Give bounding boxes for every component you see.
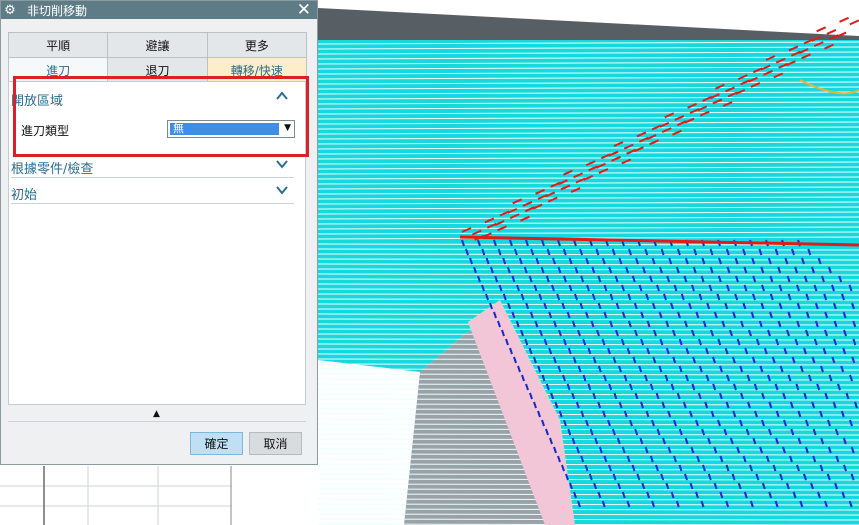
group-open-area[interactable]: 開放區域 — [11, 89, 294, 109]
group-initial[interactable]: 初始 — [11, 183, 294, 204]
ok-button[interactable]: 確定 — [190, 432, 243, 455]
dialog-title: 非切削移動 — [27, 3, 88, 18]
engage-type-value: 無 — [170, 123, 279, 135]
dialog-titlebar[interactable]: ⚙ 非切削移動 ✕ — [1, 0, 317, 20]
tab-more[interactable]: 更多 — [206, 32, 307, 58]
spreadsheet-area — [0, 466, 232, 525]
footer-divider — [8, 421, 306, 422]
close-icon[interactable]: ✕ — [297, 0, 311, 20]
group-by-part-check[interactable]: 根據零件/檢查 — [11, 157, 294, 178]
tab-transfer-rapid[interactable]: 轉移/快速 — [206, 57, 307, 83]
dropdown-arrow-icon[interactable]: ▼ — [284, 123, 291, 133]
cancel-button[interactable]: 取消 — [249, 432, 302, 455]
gear-icon: ⚙ — [4, 2, 16, 18]
collapse-icon[interactable]: ▲ — [153, 409, 160, 419]
chevron-down-icon[interactable] — [276, 184, 288, 199]
chevron-down-icon[interactable] — [276, 158, 288, 173]
engage-type-select[interactable]: 無 ▼ — [167, 120, 295, 138]
group-open-area-label: 開放區域 — [11, 93, 64, 109]
tab-smooth[interactable]: 平順 — [8, 32, 109, 58]
engage-type-row: 進刀類型 無 ▼ — [21, 119, 296, 141]
tab-strip: 平順 避讓 更多 進刀 退刀 轉移/快速 — [8, 32, 307, 83]
group-by-part-check-label: 根據零件/檢查 — [11, 161, 94, 177]
group-initial-label: 初始 — [11, 187, 38, 203]
tab-engage[interactable]: 進刀 — [8, 57, 109, 83]
non-cutting-moves-dialog: ⚙ 非切削移動 ✕ 平順 避讓 更多 進刀 退刀 轉移/快速 開放區域 進刀類型… — [0, 0, 318, 465]
engage-type-label: 進刀類型 — [21, 123, 70, 138]
tab-avoidance[interactable]: 避讓 — [107, 32, 208, 58]
chevron-up-icon[interactable] — [276, 90, 288, 105]
tab-retract[interactable]: 退刀 — [107, 57, 208, 83]
part-side-face — [318, 360, 420, 525]
